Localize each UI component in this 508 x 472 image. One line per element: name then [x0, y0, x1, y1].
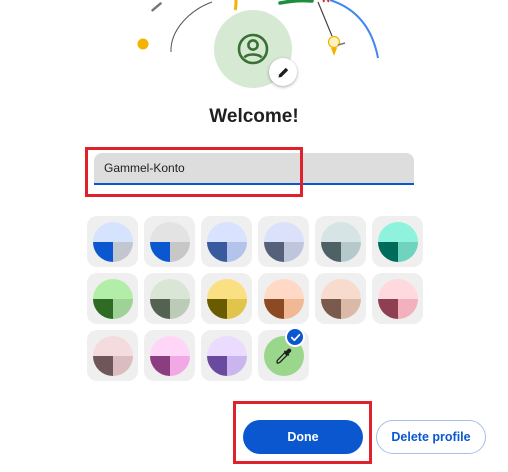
theme-color-circle — [377, 221, 418, 262]
theme-color-primary — [206, 355, 227, 376]
theme-color-secondary — [169, 241, 190, 262]
theme-color-secondary — [283, 298, 304, 319]
theme-color-swatch[interactable] — [258, 273, 309, 324]
theme-color-circle — [320, 278, 361, 319]
theme-color-circle — [377, 278, 418, 319]
theme-color-primary — [92, 241, 113, 262]
theme-color-circle — [206, 278, 247, 319]
theme-color-swatch[interactable] — [372, 273, 423, 324]
theme-color-circle — [206, 335, 247, 376]
custom-color-swatch[interactable] — [258, 327, 309, 381]
theme-color-secondary — [226, 355, 247, 376]
checkmark-icon — [290, 333, 300, 341]
theme-color-circle — [206, 221, 247, 262]
theme-color-circle — [263, 278, 304, 319]
theme-color-swatch[interactable] — [87, 273, 138, 324]
theme-color-swatch[interactable] — [144, 330, 195, 381]
theme-color-grid — [87, 216, 427, 386]
theme-color-circle — [149, 278, 190, 319]
theme-color-circle — [149, 335, 190, 376]
theme-color-secondary — [112, 355, 133, 376]
theme-color-circle — [92, 278, 133, 319]
theme-color-swatch[interactable] — [315, 273, 366, 324]
theme-color-swatch[interactable] — [201, 330, 252, 381]
theme-color-secondary — [397, 298, 418, 319]
theme-color-primary — [92, 298, 113, 319]
pencil-icon — [278, 67, 288, 77]
theme-color-circle — [263, 221, 304, 262]
decorative-dark-curve — [170, 1, 213, 53]
theme-color-swatch[interactable] — [201, 273, 252, 324]
profile-avatar-container — [214, 10, 297, 90]
theme-color-primary — [92, 355, 113, 376]
decorative-gold-dot — [137, 38, 149, 50]
edit-avatar-button[interactable] — [269, 58, 297, 86]
person-icon — [237, 33, 269, 65]
decorative-red-line — [322, 0, 330, 3]
theme-color-secondary — [169, 298, 190, 319]
theme-color-swatch[interactable] — [87, 330, 138, 381]
theme-color-secondary — [283, 241, 304, 262]
theme-color-primary — [320, 241, 341, 262]
done-button[interactable]: Done — [243, 420, 363, 454]
profile-name-field[interactable] — [94, 153, 414, 185]
theme-color-secondary — [169, 355, 190, 376]
delete-profile-button[interactable]: Delete profile — [376, 420, 486, 454]
theme-color-swatch[interactable] — [372, 216, 423, 267]
decorative-pen-stem — [317, 1, 333, 37]
theme-color-swatch[interactable] — [201, 216, 252, 267]
theme-color-secondary — [340, 298, 361, 319]
theme-color-primary — [206, 298, 227, 319]
theme-color-primary — [263, 298, 284, 319]
theme-color-circle — [92, 221, 133, 262]
theme-color-swatch[interactable] — [258, 216, 309, 267]
theme-color-primary — [320, 298, 341, 319]
decorative-gray-tick — [337, 42, 346, 46]
theme-color-primary — [149, 241, 170, 262]
theme-color-secondary — [397, 241, 418, 262]
theme-color-circle — [320, 221, 361, 262]
decorative-blue-arc — [329, 0, 379, 59]
decorative-pen-tip — [331, 48, 337, 56]
theme-color-primary — [206, 241, 227, 262]
profile-name-input[interactable] — [94, 153, 414, 183]
theme-color-primary — [263, 241, 284, 262]
theme-color-primary — [149, 355, 170, 376]
eyedropper-icon — [275, 347, 291, 364]
page-title: Welcome! — [209, 106, 299, 127]
theme-color-secondary — [340, 241, 361, 262]
decorative-green-arc — [278, 0, 314, 5]
theme-color-secondary — [112, 298, 133, 319]
theme-color-swatch[interactable] — [144, 273, 195, 324]
theme-color-swatch[interactable] — [144, 216, 195, 267]
theme-color-primary — [377, 241, 398, 262]
theme-color-primary — [377, 298, 398, 319]
theme-color-swatch[interactable] — [87, 216, 138, 267]
theme-color-swatch[interactable] — [315, 216, 366, 267]
theme-color-secondary — [112, 241, 133, 262]
decorative-pen-knob — [327, 35, 341, 49]
theme-color-circle — [149, 221, 190, 262]
theme-color-primary — [149, 298, 170, 319]
decorative-gray-dash — [151, 2, 162, 12]
theme-color-circle — [92, 335, 133, 376]
theme-color-secondary — [226, 241, 247, 262]
theme-color-secondary — [226, 298, 247, 319]
decorative-gold-arc — [233, 0, 238, 11]
selected-check-badge — [285, 327, 305, 347]
